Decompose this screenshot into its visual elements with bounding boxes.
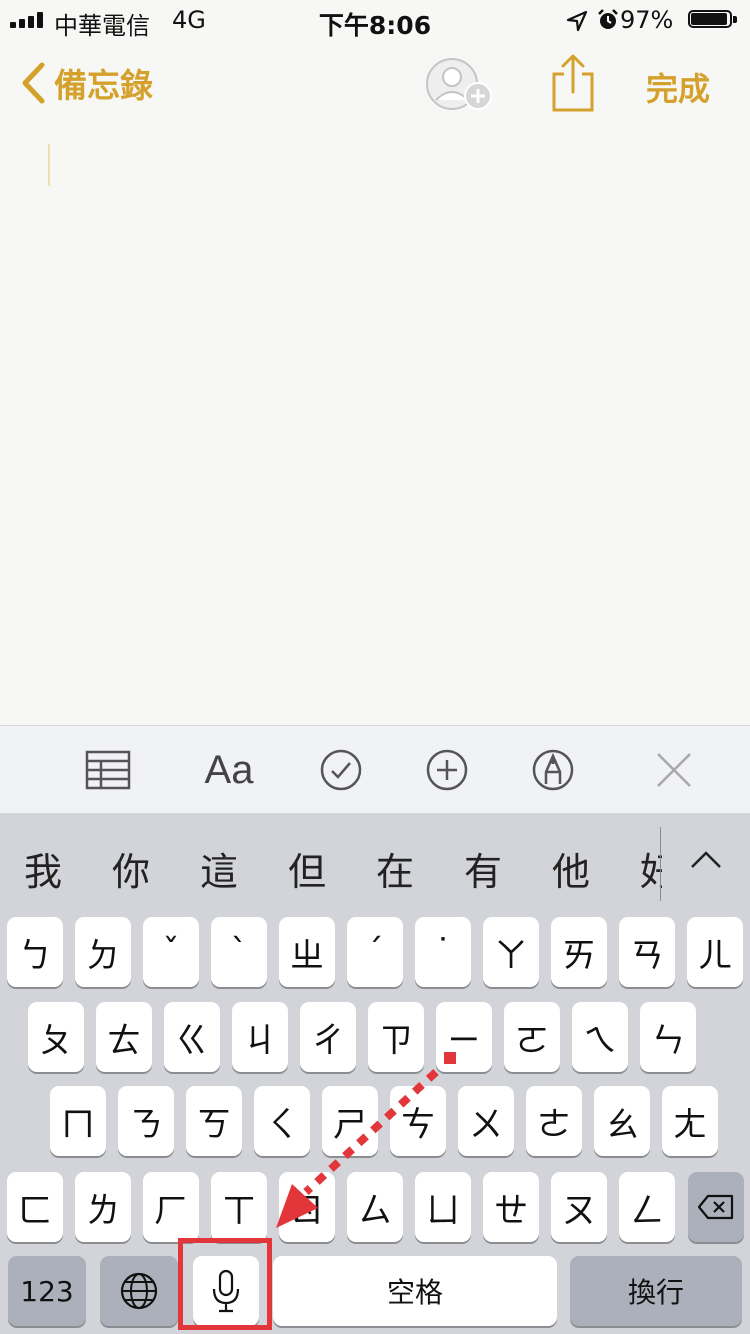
markup-icon: [532, 749, 574, 791]
back-button[interactable]: 備忘錄: [20, 58, 153, 108]
table-button[interactable]: [80, 742, 136, 798]
globe-icon: [120, 1272, 158, 1310]
bopomofo-key-row3-2[interactable]: ㄎ: [186, 1086, 242, 1156]
bopomofo-key-row1-2[interactable]: ˇ: [143, 917, 199, 987]
space-key[interactable]: 空格: [273, 1256, 557, 1326]
bopomofo-key-row2-0[interactable]: ㄆ: [28, 1002, 84, 1072]
bopomofo-key-row3-1[interactable]: ㄋ: [118, 1086, 174, 1156]
bopomofo-key-row3-8[interactable]: ㄠ: [594, 1086, 650, 1156]
candidate-1[interactable]: 你: [112, 841, 150, 896]
bopomofo-key-row2-6[interactable]: ㄧ: [436, 1002, 492, 1072]
navigation-bar: 備忘錄 完成: [0, 40, 750, 128]
candidate-0[interactable]: 我: [24, 841, 62, 896]
bopomofo-key-row4-9[interactable]: ㄥ: [619, 1172, 675, 1242]
chevron-up-icon[interactable]: [682, 837, 730, 885]
microphone-highlight-box: [178, 1238, 272, 1330]
close-button[interactable]: [646, 742, 702, 798]
bopomofo-key-row4-1[interactable]: ㄌ: [75, 1172, 131, 1242]
bopomofo-key-row2-5[interactable]: ㄗ: [368, 1002, 424, 1072]
checklist-icon: [320, 749, 362, 791]
add-icon: [426, 749, 468, 791]
bopomofo-key-row1-9[interactable]: ㄢ: [619, 917, 675, 987]
bopomofo-key-row1-4[interactable]: ㄓ: [279, 917, 335, 987]
candidate-divider: [660, 827, 661, 901]
candidate-4[interactable]: 在: [376, 841, 414, 896]
bopomofo-key-row4-3[interactable]: ㄒ: [211, 1172, 267, 1242]
bopomofo-key-row4-4[interactable]: ㄖ: [279, 1172, 335, 1242]
battery-icon: [688, 10, 740, 30]
backspace-icon: [698, 1194, 734, 1220]
candidate-3[interactable]: 但: [288, 841, 326, 896]
bopomofo-key-row1-6[interactable]: ˙: [415, 917, 471, 987]
add-person-icon[interactable]: [424, 56, 496, 112]
candidate-bar: 我你這但在有他好: [0, 813, 750, 913]
bopomofo-key-row2-7[interactable]: ㄛ: [504, 1002, 560, 1072]
close-icon: [657, 753, 691, 787]
bopomofo-key-row3-9[interactable]: ㄤ: [662, 1086, 718, 1156]
bopomofo-key-row4-0[interactable]: ㄈ: [7, 1172, 63, 1242]
bopomofo-key-row1-8[interactable]: ㄞ: [551, 917, 607, 987]
bopomofo-key-row1-3[interactable]: ˋ: [211, 917, 267, 987]
status-bar: 中華電信 4G 下午8:06 97%: [0, 0, 750, 40]
text-cursor: [48, 144, 50, 186]
location-arrow-icon: [566, 10, 588, 32]
bopomofo-key-row1-0[interactable]: ㄅ: [7, 917, 63, 987]
markup-button[interactable]: [525, 742, 581, 798]
bopomofo-key-row3-6[interactable]: ㄨ: [458, 1086, 514, 1156]
bopomofo-key-row4-8[interactable]: ㄡ: [551, 1172, 607, 1242]
bopomofo-key-row2-9[interactable]: ㄣ: [640, 1002, 696, 1072]
share-icon[interactable]: [550, 52, 596, 114]
bopomofo-key-row2-4[interactable]: ㄔ: [300, 1002, 356, 1072]
bopomofo-key-row3-0[interactable]: ㄇ: [50, 1086, 106, 1156]
note-body[interactable]: [0, 128, 750, 725]
candidate-2[interactable]: 這: [200, 841, 238, 896]
globe-key[interactable]: [100, 1256, 178, 1326]
bopomofo-key-row2-2[interactable]: ㄍ: [164, 1002, 220, 1072]
table-icon: [85, 750, 131, 790]
bopomofo-key-row1-10[interactable]: ㄦ: [687, 917, 743, 987]
text-format-button[interactable]: Aa: [201, 742, 257, 798]
alarm-icon: [598, 9, 618, 29]
bopomofo-key-row4-2[interactable]: ㄏ: [143, 1172, 199, 1242]
bopomofo-key-row3-5[interactable]: ㄘ: [390, 1086, 446, 1156]
bopomofo-key-row1-7[interactable]: ㄚ: [483, 917, 539, 987]
candidate-5[interactable]: 有: [464, 841, 502, 896]
numbers-key[interactable]: 123: [8, 1256, 86, 1326]
format-toolbar: Aa: [0, 725, 750, 813]
bopomofo-key-row3-4[interactable]: ㄕ: [322, 1086, 378, 1156]
bopomofo-key-row2-3[interactable]: ㄐ: [232, 1002, 288, 1072]
bopomofo-key-row1-5[interactable]: ˊ: [347, 917, 403, 987]
candidate-7[interactable]: 好: [640, 841, 662, 896]
bopomofo-key-row3-3[interactable]: ㄑ: [254, 1086, 310, 1156]
back-button-label: 備忘錄: [54, 66, 153, 105]
candidate-6[interactable]: 他: [552, 841, 590, 896]
text-format-icon: Aa: [204, 747, 254, 792]
add-button[interactable]: [419, 742, 475, 798]
bopomofo-key-row3-7[interactable]: ㄜ: [526, 1086, 582, 1156]
bopomofo-key-row4-7[interactable]: ㄝ: [483, 1172, 539, 1242]
checklist-button[interactable]: [313, 742, 369, 798]
bopomofo-key-row4-5[interactable]: ㄙ: [347, 1172, 403, 1242]
battery-percent: 97%: [620, 6, 674, 34]
chevron-left-icon: [22, 62, 45, 104]
backspace-key[interactable]: [688, 1172, 744, 1242]
return-key[interactable]: 換行: [570, 1256, 742, 1326]
done-button[interactable]: 完成: [646, 64, 710, 110]
bopomofo-key-row2-8[interactable]: ㄟ: [572, 1002, 628, 1072]
bopomofo-key-row2-1[interactable]: ㄊ: [96, 1002, 152, 1072]
bopomofo-key-row1-1[interactable]: ㄉ: [75, 917, 131, 987]
bopomofo-key-row4-6[interactable]: ㄩ: [415, 1172, 471, 1242]
